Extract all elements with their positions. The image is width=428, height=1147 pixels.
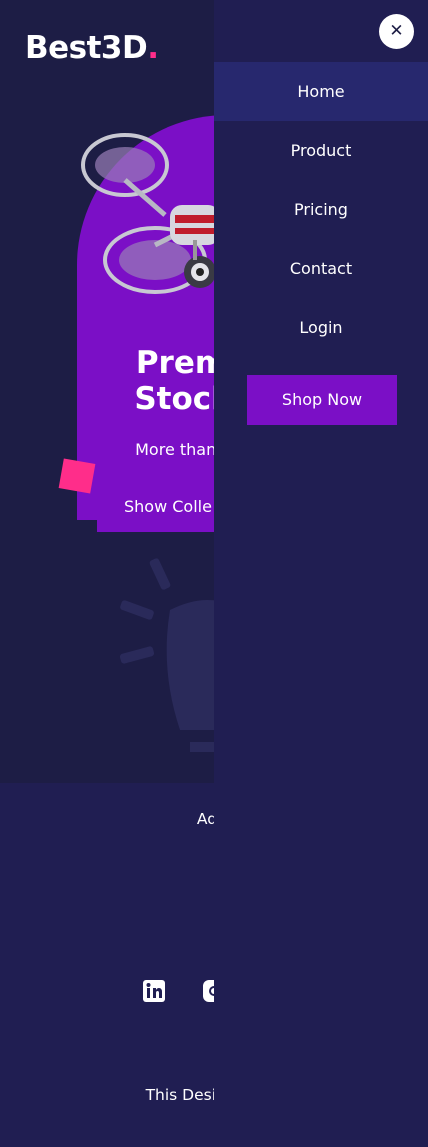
linkedin-icon[interactable] xyxy=(143,980,165,1002)
nav-item-home[interactable]: Home xyxy=(214,62,428,121)
pink-decor-square xyxy=(58,458,96,494)
nav-item-product[interactable]: Product xyxy=(214,121,428,180)
decorative-lamp-shapes xyxy=(119,558,230,752)
brand-dot: . xyxy=(147,30,159,66)
shop-now-button[interactable]: Shop Now xyxy=(247,375,397,425)
nav-item-pricing[interactable]: Pricing xyxy=(214,180,428,239)
nav-item-contact[interactable]: Contact xyxy=(214,239,428,298)
close-icon[interactable]: ✕ xyxy=(379,14,414,49)
page: Best3D. Premium xyxy=(0,0,428,1147)
brand-name: Best3D xyxy=(25,30,148,66)
nav-item-login[interactable]: Login xyxy=(214,298,428,357)
brand-logo[interactable]: Best3D. xyxy=(25,30,159,66)
